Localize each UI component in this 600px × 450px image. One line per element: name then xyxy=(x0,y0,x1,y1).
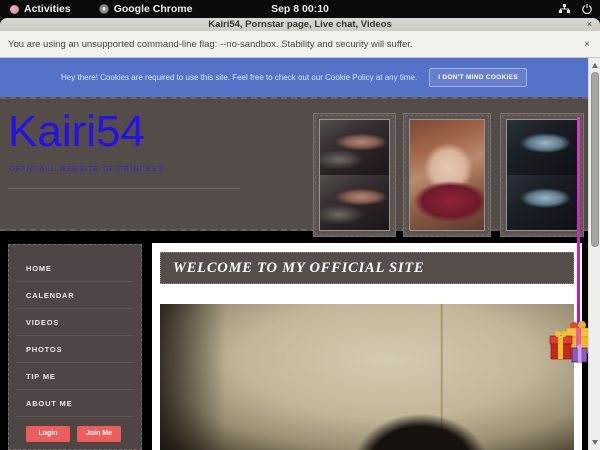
chrome-infobar: You are using an unsupported command-lin… xyxy=(0,31,600,58)
clock[interactable]: Sep 8 00:10 xyxy=(0,3,600,15)
sidebar-item-photos[interactable]: PHOTOS xyxy=(9,336,141,363)
window-title: Kairi54, Pornstar page, Live chat, Video… xyxy=(208,19,392,30)
photo-thumbnail-3[interactable] xyxy=(500,113,584,237)
chat-widget-edge xyxy=(577,117,580,342)
auth-buttons: Login Join Me xyxy=(26,426,141,442)
infobar-close-icon[interactable]: × xyxy=(584,39,590,50)
photo-thumbnail-3-image xyxy=(506,119,578,231)
power-icon[interactable] xyxy=(582,4,592,14)
scroll-down-arrow-icon[interactable] xyxy=(592,440,598,445)
cookie-accept-button[interactable]: I DON'T MIND COOKIES xyxy=(429,68,527,87)
photo-thumbnail-2-image xyxy=(409,119,485,231)
photo-thumbnail-2[interactable] xyxy=(403,113,491,237)
sidebar-item-tip-me[interactable]: TIP ME xyxy=(9,363,141,390)
gnome-top-bar: Activities Google Chrome Sep 8 00:10 xyxy=(0,0,600,18)
sidebar-nav: HOME CALENDAR VIDEOS PHOTOS TIP ME ABOUT… xyxy=(8,244,142,450)
scroll-up-arrow-icon[interactable] xyxy=(592,63,598,68)
page-scrollbar[interactable] xyxy=(588,58,600,450)
system-tray xyxy=(559,0,592,18)
network-icon[interactable] xyxy=(559,4,570,14)
photo-thumbnail-1-image xyxy=(319,119,390,231)
site-title[interactable]: Kairi54 xyxy=(8,107,145,157)
scrollbar-thumb[interactable] xyxy=(591,72,599,247)
tagline-divider xyxy=(8,188,240,189)
screen: Activities Google Chrome Sep 8 00:10 xyxy=(0,0,600,450)
welcome-heading: WELCOME TO MY OFFICIAL SITE xyxy=(160,252,574,284)
sidebar-item-home[interactable]: HOME xyxy=(9,255,141,282)
activities-indicator-icon xyxy=(10,5,19,14)
photo-thumbnail-1[interactable] xyxy=(313,113,396,237)
gifts-icon[interactable] xyxy=(549,318,593,370)
focused-app-menu[interactable]: Google Chrome xyxy=(99,3,193,15)
login-button[interactable]: Login xyxy=(26,426,70,442)
cookie-message: Hey there! Cookies are required to use t… xyxy=(61,73,417,82)
join-me-button[interactable]: Join Me xyxy=(77,426,121,442)
site-header: Kairi54 OFFICIALL WEBSITE OF PRINCESS xyxy=(0,97,588,231)
cookie-consent-bar: Hey there! Cookies are required to use t… xyxy=(0,58,588,97)
site-tagline: OFFICIALL WEBSITE OF PRINCESS xyxy=(9,166,163,173)
activities-button[interactable]: Activities xyxy=(10,3,71,15)
chrome-app-icon xyxy=(99,4,109,14)
main-content-panel: WELCOME TO MY OFFICIAL SITE xyxy=(152,243,582,450)
hero-photo[interactable] xyxy=(160,304,574,450)
activities-label: Activities xyxy=(24,3,71,15)
sidebar-item-videos[interactable]: VIDEOS xyxy=(9,309,141,336)
window-close-icon[interactable]: × xyxy=(587,18,592,31)
focused-app-label: Google Chrome xyxy=(114,3,193,15)
sidebar-item-about-me[interactable]: ABOUT ME xyxy=(9,390,141,417)
sidebar-item-calendar[interactable]: CALENDAR xyxy=(9,282,141,309)
infobar-message: You are using an unsupported command-lin… xyxy=(8,39,413,50)
window-title-bar[interactable]: Kairi54, Pornstar page, Live chat, Video… xyxy=(0,18,600,31)
